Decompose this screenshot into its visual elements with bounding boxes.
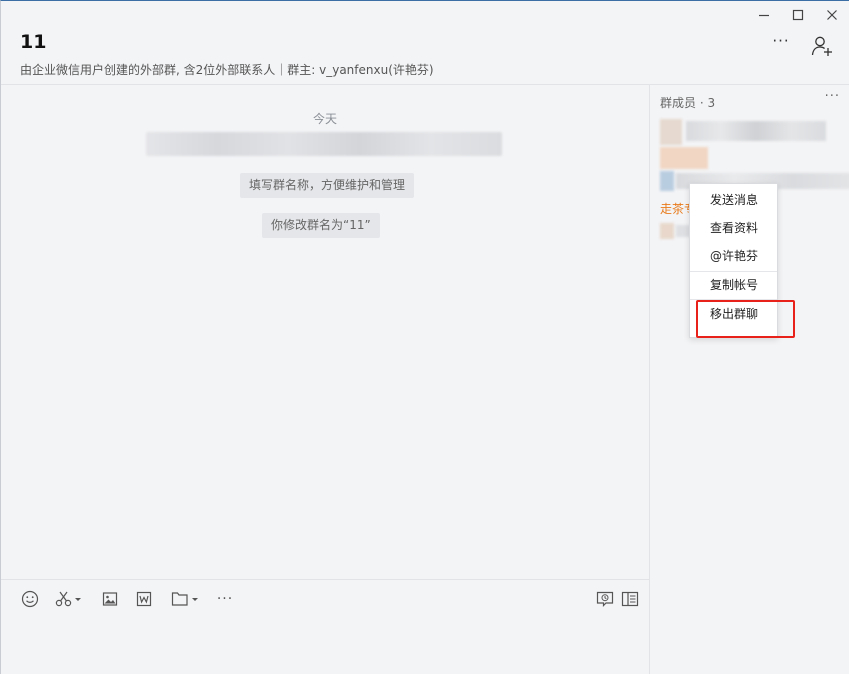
menu-item-send-message[interactable]: 发送消息: [690, 186, 777, 214]
maximize-button[interactable]: [781, 3, 815, 27]
more-tools-button[interactable]: ···: [214, 588, 236, 610]
chat-history-icon: [596, 591, 614, 607]
close-icon: [827, 10, 837, 20]
system-message: 填写群名称，方便维护和管理: [240, 173, 415, 198]
screenshot-button[interactable]: [54, 588, 84, 610]
more-options-button[interactable]: ···: [770, 34, 792, 51]
menu-item-copy-account[interactable]: 复制帐号: [690, 271, 777, 299]
input-toolbar: ···: [1, 579, 649, 617]
folder-button[interactable]: [171, 588, 201, 610]
date-divider: 今天: [312, 112, 337, 126]
close-button[interactable]: [815, 3, 849, 27]
menu-item-mention[interactable]: @许艳芬: [690, 242, 777, 270]
add-member-button[interactable]: [811, 35, 833, 57]
sidebar-toggle-icon: [621, 591, 639, 607]
chat-window: 11 由企业微信用户创建的外部群, 含2位外部联系人｜群主: v_yanfenx…: [0, 0, 849, 674]
image-icon: [102, 592, 118, 606]
message-list[interactable]: 今天 填写群名称，方便维护和管理 你修改群名为“11”: [1, 85, 649, 579]
emoji-button[interactable]: [19, 588, 41, 610]
sidebar-toggle-button[interactable]: [620, 588, 640, 610]
chat-header: 11 由企业微信用户创建的外部群, 含2位外部联系人｜群主: v_yanfenx…: [1, 1, 849, 85]
maximize-icon: [792, 9, 804, 21]
annotation-highlight-box: [696, 300, 795, 338]
system-message: 你修改群名为“11”: [262, 213, 380, 238]
members-more-button[interactable]: ···: [825, 89, 840, 104]
member-item[interactable]: [660, 147, 708, 169]
word-doc-button[interactable]: [134, 588, 154, 610]
menu-item-view-profile[interactable]: 查看资料: [690, 214, 777, 242]
member-item[interactable]: [660, 223, 692, 241]
word-doc-icon: [136, 591, 152, 607]
screenshot-scissors-icon: [55, 591, 81, 607]
message-input[interactable]: [1, 617, 649, 674]
chat-history-button[interactable]: [595, 588, 615, 610]
member-item[interactable]: [660, 119, 830, 145]
minimize-button[interactable]: [747, 3, 781, 27]
group-title: 11: [20, 31, 47, 53]
folder-icon: [171, 592, 198, 606]
members-count-label: 群成员 · 3: [660, 96, 716, 110]
window-controls: [747, 3, 849, 27]
group-subtitle: 由企业微信用户创建的外部群, 含2位外部联系人｜群主: v_yanfenxu(许…: [20, 63, 434, 77]
member-panel: 群成员 · 3 ··· 走茶专: [649, 85, 849, 674]
member-name-partial: 走茶专: [660, 202, 692, 216]
emoji-icon: [21, 590, 39, 608]
minimize-icon: [759, 14, 769, 17]
blurred-message: [146, 132, 502, 156]
add-user-icon: [811, 36, 832, 56]
image-button[interactable]: [100, 588, 120, 610]
